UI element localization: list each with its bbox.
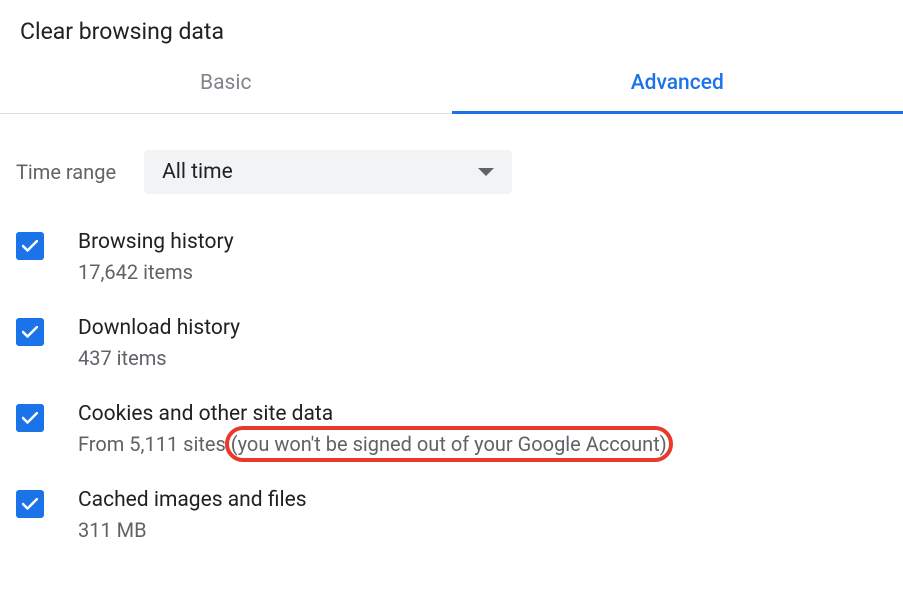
- option-text: Cookies and other site data From 5,111 s…: [78, 402, 667, 458]
- option-text: Browsing history 17,642 items: [78, 230, 234, 286]
- highlight-annotation: (you won't be signed out of your Google …: [231, 432, 667, 456]
- checkbox-cookies[interactable]: [16, 404, 44, 432]
- option-download-history: Download history 437 items: [16, 316, 887, 372]
- option-title: Cached images and files: [78, 488, 307, 512]
- option-sub-prefix: From 5,111 sites: [78, 432, 231, 456]
- option-cookies: Cookies and other site data From 5,111 s…: [16, 402, 887, 458]
- time-range-row: Time range All time: [0, 114, 903, 214]
- checkbox-cached-images[interactable]: [16, 490, 44, 518]
- checkmark-icon: [22, 498, 38, 510]
- time-range-select[interactable]: All time: [144, 150, 512, 194]
- option-sub: 311 MB: [78, 516, 307, 544]
- checkmark-icon: [22, 412, 38, 424]
- option-sub: 17,642 items: [78, 258, 234, 286]
- checkbox-download-history[interactable]: [16, 318, 44, 346]
- tab-advanced[interactable]: Advanced: [452, 57, 903, 114]
- option-cached-images: Cached images and files 311 MB: [16, 488, 887, 544]
- option-text: Cached images and files 311 MB: [78, 488, 307, 544]
- option-title: Browsing history: [78, 230, 234, 254]
- checkmark-icon: [22, 326, 38, 338]
- checkmark-icon: [22, 240, 38, 252]
- dialog-title: Clear browsing data: [0, 0, 903, 57]
- tab-basic[interactable]: Basic: [0, 57, 452, 114]
- option-browsing-history: Browsing history 17,642 items: [16, 230, 887, 286]
- time-range-value: All time: [162, 160, 233, 184]
- option-title: Download history: [78, 316, 240, 340]
- options-list: Browsing history 17,642 items Download h…: [0, 214, 903, 544]
- option-title: Cookies and other site data: [78, 402, 667, 426]
- tabs: Basic Advanced: [0, 57, 903, 114]
- option-sub-highlight-text: (you won't be signed out of your Google …: [231, 432, 667, 456]
- chevron-down-icon: [478, 168, 494, 176]
- option-sub: 437 items: [78, 344, 240, 372]
- checkbox-browsing-history[interactable]: [16, 232, 44, 260]
- option-sub: From 5,111 sites (you won't be signed ou…: [78, 430, 667, 458]
- option-text: Download history 437 items: [78, 316, 240, 372]
- time-range-label: Time range: [16, 160, 116, 184]
